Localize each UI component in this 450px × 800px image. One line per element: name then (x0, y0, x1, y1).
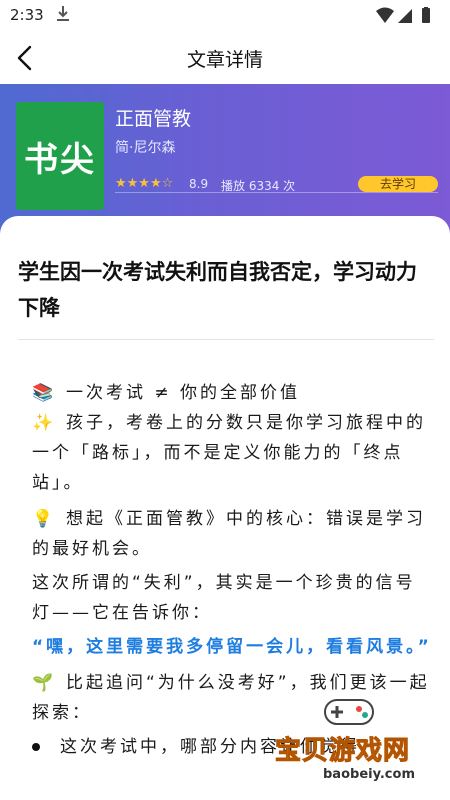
status-bar: 2:33 (0, 0, 450, 32)
books-emoji-icon: 📚 (32, 383, 57, 403)
paragraph: ✨ 孩子，考卷上的分数只是你学习旅程中的一个「路标」，而不是定义你能力的「终点站」… (32, 408, 432, 498)
paragraph: 📚 一次考试 ≠ 你的全部价值 (32, 378, 432, 408)
seedling-emoji-icon: 🌱 (32, 673, 57, 693)
book-author: 简·尼尔森 (115, 140, 176, 156)
highlight-quote: “嘿，这里需要我多停留一会儿，看看风景。” (32, 637, 432, 657)
paragraph-text: 一次考试 ≠ 你的全部价值 (66, 383, 301, 403)
paragraph-text: 这次所谓的“失利”，其实是一个珍贵的信号灯——它在告诉你： (32, 573, 416, 623)
meta-underline (115, 192, 438, 193)
status-time: 2:33 (10, 6, 44, 24)
page-title: 文章详情 (186, 49, 263, 71)
rating-score: 8.9 (189, 177, 209, 191)
status-icons (376, 7, 430, 23)
sparkles-emoji-icon: ✨ (32, 413, 57, 433)
book-meta-row: ★★★★☆ 8.9 播放 6334 次 去学习 (115, 176, 438, 194)
app-bar: 文章详情 (0, 32, 450, 84)
wifi-icon (376, 7, 394, 23)
paragraph: 💡 想起《正面管教》中的核心：错误是学习的最好机会。 (32, 504, 432, 564)
paragraph-text: 想起《正面管教》中的核心：错误是学习的最好机会。 (32, 509, 426, 559)
book-title: 正面管教 (115, 108, 192, 130)
go-learn-button[interactable]: 去学习 (358, 176, 438, 192)
lightbulb-emoji-icon: 💡 (32, 509, 57, 529)
title-divider (18, 339, 434, 340)
watermark-url: baobeiy.com (323, 767, 415, 782)
bullet-icon (32, 743, 40, 751)
rating-stars: ★★★★☆ (115, 176, 174, 191)
download-icon (57, 6, 69, 21)
battery-icon (422, 7, 430, 23)
article-title: 学生因一次考试失利而自我否定，学习动力下降 (18, 260, 417, 320)
book-cover[interactable]: 书尖 (16, 102, 104, 210)
paragraph-text: 孩子，考卷上的分数只是你学习旅程中的一个「路标」，而不是定义你能力的「终点站」。 (32, 413, 426, 493)
cover-text: 书尖 (24, 139, 96, 180)
watermark-text: 宝贝游戏网 (274, 736, 411, 767)
gamepad-icon (324, 699, 374, 725)
watermark: 宝贝游戏网 baobeiy.com (274, 690, 445, 790)
paragraph: 这次所谓的“失利”，其实是一个珍贵的信号灯——它在告诉你： (32, 568, 432, 628)
book-header: 书尖 正面管教 简·尼尔森 ★★★★☆ 8.9 播放 6334 次 去学习 (0, 84, 450, 234)
signal-icon (398, 9, 412, 23)
